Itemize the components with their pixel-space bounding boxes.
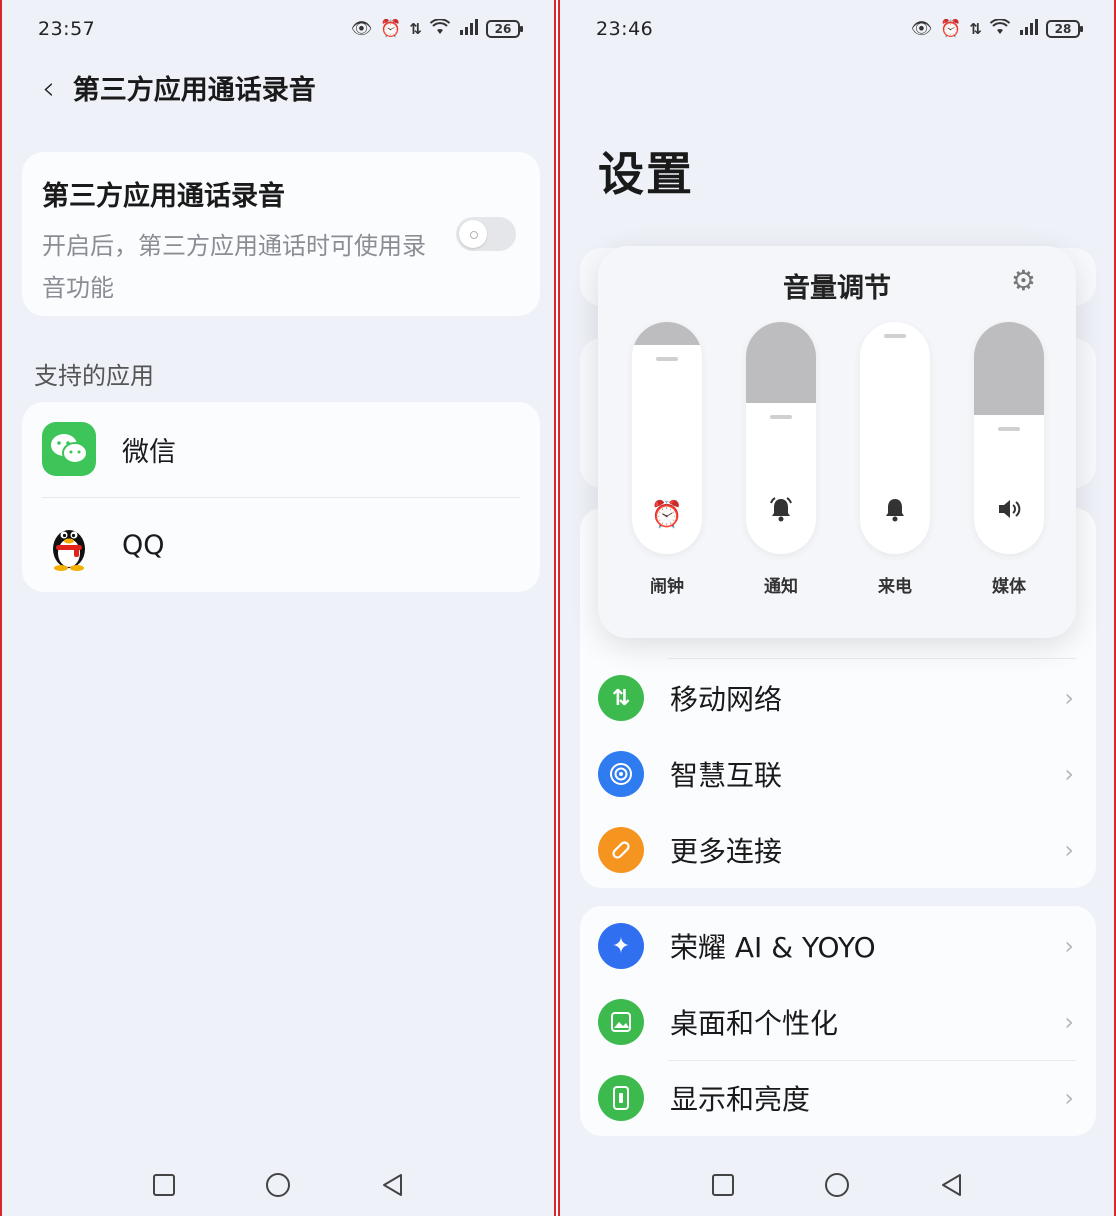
back-arrow-icon[interactable]: ‹ <box>42 72 55 104</box>
slider-handle[interactable] <box>998 427 1020 431</box>
call-recording-switch[interactable] <box>456 217 516 251</box>
cellular-signal-icon <box>458 18 478 40</box>
smart-connect-icon <box>598 751 644 797</box>
menu-item-desktop-personalization[interactable]: 桌面和个性化 › <box>580 984 1096 1060</box>
slider-handle[interactable] <box>656 357 678 361</box>
ringtone-bell-icon <box>860 495 930 530</box>
volume-panel-title: 音量调节 <box>783 273 891 304</box>
menu-label: 桌面和个性化 <box>670 1007 839 1040</box>
alarm-status-icon: ⏰ <box>380 19 402 39</box>
status-bar: 23:46 👁 ⏰ ⇅ 28 <box>560 0 1114 58</box>
data-speed-icon: ⇅ <box>409 20 422 38</box>
volume-slider-alarm[interactable]: ⏰ <box>632 322 702 554</box>
supported-apps-list: 微信 QQ <box>22 402 540 592</box>
home-circle-icon[interactable] <box>824 1172 850 1203</box>
menu-item-mobile-network[interactable]: ⇅ 移动网络 › <box>580 660 1096 736</box>
recents-square-icon[interactable] <box>712 1173 734 1201</box>
switch-knob <box>459 220 487 248</box>
right-phone-screen: 23:46 👁 ⏰ ⇅ 28 设置 ⇅ 移动网络 › 智慧互联 › 更多连接 ›… <box>558 0 1116 1216</box>
wechat-icon <box>42 422 96 476</box>
data-speed-icon: ⇅ <box>969 20 982 38</box>
slider-label: 闹钟 <box>650 577 684 597</box>
app-name: 微信 <box>122 436 176 468</box>
slider-fill <box>746 322 816 403</box>
personalization-settings-group: ✦ 荣耀 AI & YOYO › 桌面和个性化 › 显示和亮度 › <box>580 906 1096 1136</box>
volume-slider-media[interactable] <box>974 322 1044 554</box>
display-icon <box>598 1075 644 1121</box>
chevron-right-icon: › <box>1064 760 1074 788</box>
chevron-right-icon: › <box>1064 684 1074 712</box>
wifi-icon <box>989 17 1011 40</box>
page-title: 设置 <box>598 147 694 201</box>
menu-label: 移动网络 <box>670 683 783 716</box>
chevron-right-icon: › <box>1064 1008 1074 1036</box>
menu-item-more-connections[interactable]: 更多连接 › <box>580 812 1096 888</box>
slider-fill <box>632 322 702 345</box>
status-time: 23:57 <box>38 18 96 40</box>
slider-handle[interactable] <box>770 415 792 419</box>
call-recording-toggle-card: 第三方应用通话录音 开启后，第三方应用通话时可使用录音功能 <box>22 152 540 316</box>
menu-label: 智慧互联 <box>670 759 783 792</box>
menu-item-honor-ai-yoyo[interactable]: ✦ 荣耀 AI & YOYO › <box>580 908 1096 984</box>
eye-icon: 👁 <box>350 19 373 39</box>
status-bar: 23:57 👁 ⏰ ⇅ 26 <box>2 0 554 58</box>
cellular-signal-icon <box>1018 18 1038 40</box>
list-item-qq[interactable]: QQ <box>22 498 540 592</box>
status-time: 23:46 <box>596 18 654 40</box>
wifi-icon <box>429 17 451 40</box>
volume-control-panel: 音量调节 ⚙ ⏰ 闹钟 通知 来电 媒体 <box>598 246 1076 638</box>
slider-fill <box>974 322 1044 415</box>
section-label-supported-apps: 支持的应用 <box>34 362 154 390</box>
speaker-icon <box>974 495 1044 530</box>
chevron-right-icon: › <box>1064 932 1074 960</box>
recents-square-icon[interactable] <box>153 1173 175 1201</box>
gear-icon[interactable]: ⚙ <box>1011 264 1036 297</box>
slider-label: 通知 <box>764 577 798 597</box>
slider-label: 媒体 <box>992 577 1026 597</box>
qq-penguin-icon <box>42 518 96 572</box>
left-phone-screen: 23:57 👁 ⏰ ⇅ 26 ‹ 第三方应用通话录音 第三方应用通话录音 开启后… <box>0 0 556 1216</box>
back-triangle-icon[interactable] <box>940 1173 962 1202</box>
back-triangle-icon[interactable] <box>381 1173 403 1202</box>
chevron-right-icon: › <box>1064 836 1074 864</box>
system-nav-bar <box>2 1158 554 1216</box>
status-icons: 👁 ⏰ ⇅ 28 <box>910 17 1083 40</box>
menu-label: 更多连接 <box>670 835 783 868</box>
home-circle-icon[interactable] <box>265 1172 291 1203</box>
menu-item-display-brightness[interactable]: 显示和亮度 › <box>580 1060 1096 1136</box>
battery-icon: 26 <box>486 20 523 38</box>
toggle-description: 开启后，第三方应用通话时可使用录音功能 <box>42 232 426 302</box>
list-item-wechat[interactable]: 微信 <box>22 402 540 496</box>
menu-label: 显示和亮度 <box>670 1083 811 1116</box>
slider-label: 来电 <box>878 577 912 597</box>
row-divider <box>668 658 1076 659</box>
eye-icon: 👁 <box>910 19 933 39</box>
system-nav-bar <box>560 1158 1114 1216</box>
page-title: 第三方应用通话录音 <box>72 75 316 106</box>
page-header: ‹ 第三方应用通话录音 <box>42 68 316 107</box>
ai-sparkle-icon: ✦ <box>598 923 644 969</box>
mobile-network-icon: ⇅ <box>598 675 644 721</box>
alarm-status-icon: ⏰ <box>940 19 962 39</box>
menu-item-smart-connect[interactable]: 智慧互联 › <box>580 736 1096 812</box>
toggle-title: 第三方应用通话录音 <box>42 181 285 212</box>
notification-bell-icon <box>746 495 816 530</box>
menu-label: 荣耀 AI & YOYO <box>670 931 876 964</box>
link-icon <box>598 827 644 873</box>
alarm-clock-icon: ⏰ <box>650 500 684 530</box>
wallpaper-icon <box>598 999 644 1045</box>
app-name: QQ <box>122 529 165 561</box>
battery-icon: 28 <box>1046 20 1083 38</box>
slider-handle[interactable] <box>884 334 906 338</box>
volume-slider-ringtone[interactable] <box>860 322 930 554</box>
status-icons: 👁 ⏰ ⇅ 26 <box>350 17 523 40</box>
volume-slider-notification[interactable] <box>746 322 816 554</box>
chevron-right-icon: › <box>1064 1084 1074 1112</box>
